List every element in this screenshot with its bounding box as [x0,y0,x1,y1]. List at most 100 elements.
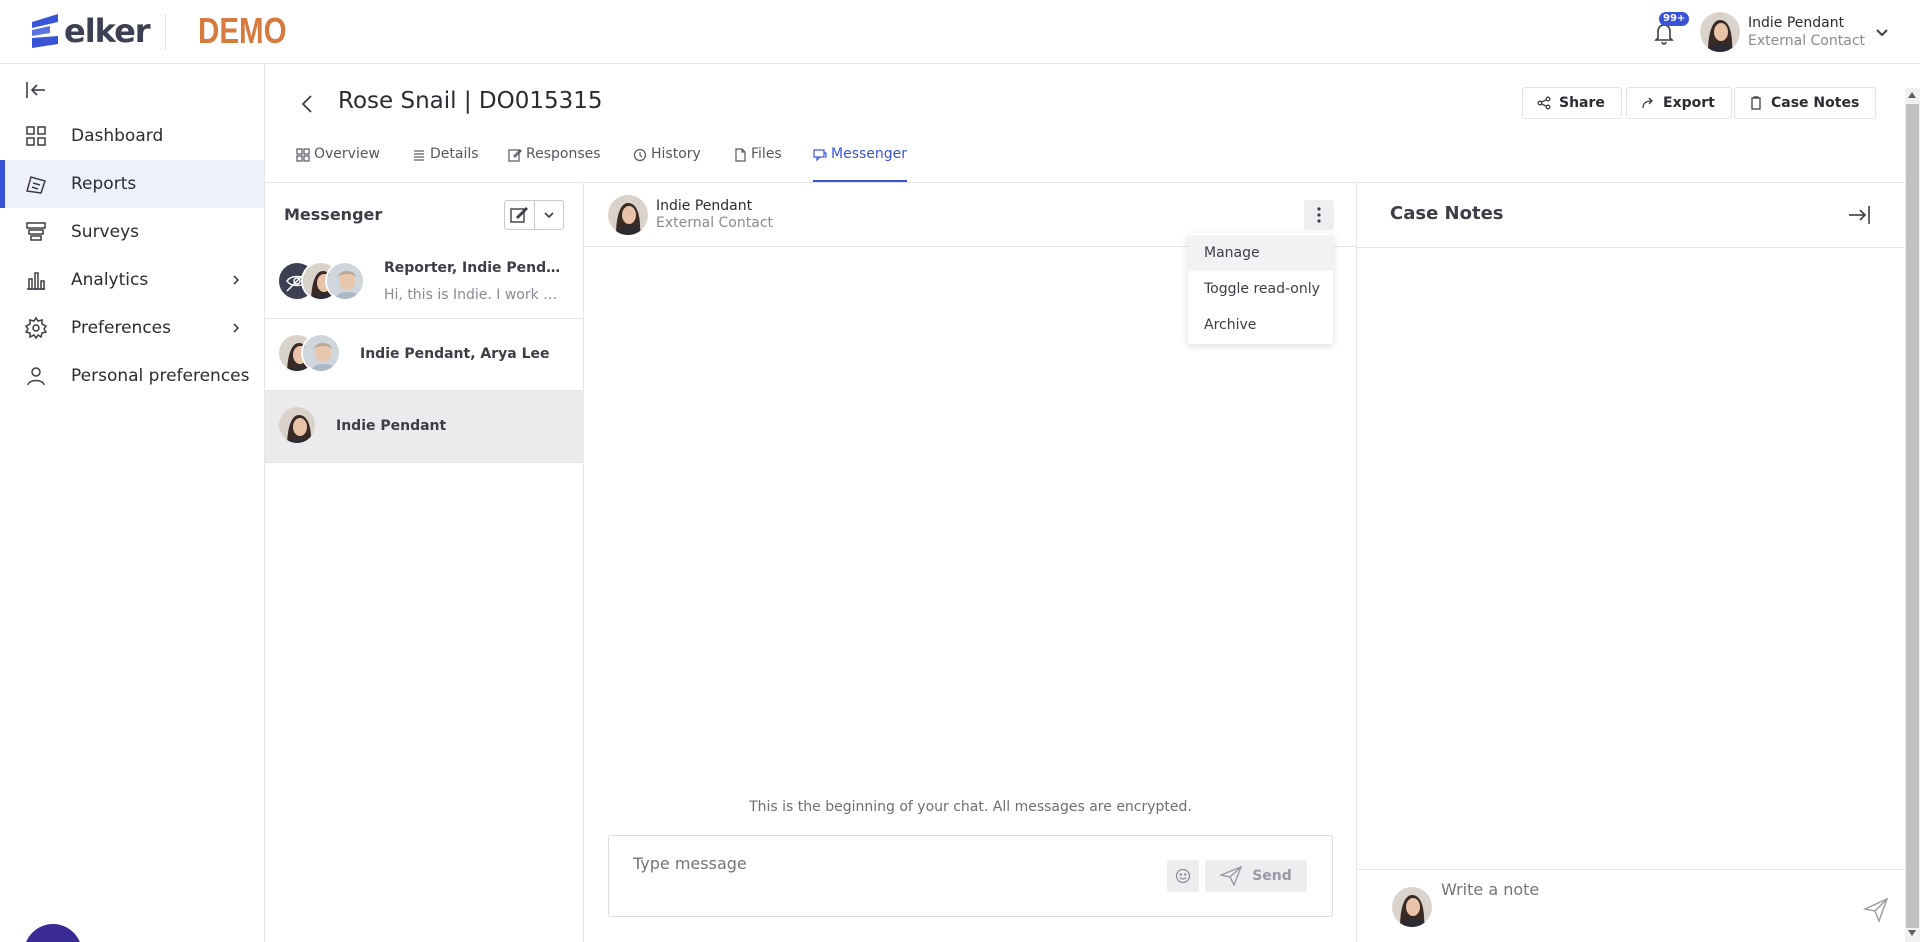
grid-icon [296,148,310,162]
history-icon [633,148,647,162]
divider [1357,247,1905,248]
surveys-icon [24,220,48,244]
conversation-item[interactable]: Indie Pendant, Arya Lee [265,319,584,391]
scroll-up-icon[interactable] [1908,92,1916,98]
tab-label: Responses [526,146,601,162]
tab-label: History [651,146,701,162]
tab-label: Files [751,146,782,162]
case-notes-title: Case Notes [1390,203,1504,224]
demo-label: DEMO [198,10,287,51]
sidebar-item-reports[interactable]: Reports [0,160,264,208]
export-icon [1642,97,1653,109]
avatar [301,333,341,373]
note-input[interactable] [1441,880,1821,899]
tab-label: Messenger [831,146,908,162]
message-composer: Send [608,835,1333,917]
analytics-icon [24,268,48,292]
chat-pane: Indie Pendant External Contact Manage To… [584,183,1357,942]
user-icon [24,364,48,388]
more-options-icon[interactable] [1304,200,1334,230]
avatar [325,261,365,301]
conversation-item[interactable]: Indie Pendant [265,391,584,463]
clipboard-icon [1751,96,1761,110]
chat-participant-name: Indie Pendant [656,198,753,214]
chat-icon [813,149,827,162]
conversation-item[interactable]: Reporter, Indie Pendant, Arya Lee Hi, th… [265,247,584,319]
avatar[interactable] [1700,12,1740,52]
notification-badge: 99+ [1659,12,1690,26]
send-button[interactable]: Send [1205,860,1307,892]
sidebar-item-label: Personal preferences [71,366,250,386]
sidebar-item-label: Reports [71,174,137,194]
elker-logo[interactable]: elker [30,12,151,50]
tab-overview[interactable]: Overview [296,140,380,182]
user-name: Indie Pendant [1748,15,1845,31]
tab-label: Overview [314,146,380,162]
chevron-down-icon[interactable] [533,201,563,229]
tab-messenger[interactable]: Messenger [813,140,908,182]
sidebar-item-label: Preferences [71,318,171,338]
page-title: Rose Snail | DO015315 [338,88,603,114]
sidebar-item-analytics[interactable]: Analytics [0,256,264,304]
share-label: Share [1559,95,1605,111]
sidebar: Dashboard Reports Surveys Analytics Pref… [0,64,265,942]
chat-options-menu: Manage Toggle read-only Archive [1188,233,1333,344]
menu-item-manage[interactable]: Manage [1188,235,1333,271]
avatar [1392,887,1432,927]
tab-details[interactable]: Details [412,140,479,182]
file-icon [735,148,746,162]
tab-responses[interactable]: Responses [508,140,601,182]
conversation-name: Indie Pendant [336,418,447,434]
sidebar-item-dashboard[interactable]: Dashboard [0,112,264,160]
back-arrow-icon[interactable] [296,92,320,116]
tab-label: Details [430,146,479,162]
scroll-down-icon[interactable] [1908,930,1916,936]
case-notes-label: Case Notes [1771,95,1860,111]
chevron-right-icon [228,320,244,336]
user-role: External Contact [1748,33,1866,49]
conversation-list: Messenger Reporter, Indie Pendant, Arya … [265,183,584,942]
share-icon [1537,96,1551,110]
close-panel-icon[interactable] [1845,201,1873,229]
export-label: Export [1663,95,1715,111]
case-notes-panel: Case Notes [1357,183,1905,942]
sidebar-item-surveys[interactable]: Surveys [0,208,264,256]
edit-icon [508,149,522,162]
menu-item-archive[interactable]: Archive [1188,307,1333,343]
chevron-right-icon [228,272,244,288]
scrollbar-thumb[interactable] [1906,104,1919,928]
compose-icon[interactable] [505,201,534,229]
list-icon [414,150,424,161]
send-label: Send [1252,868,1292,884]
avatar [608,195,648,235]
export-button[interactable]: Export [1626,87,1732,119]
sidebar-item-personal-preferences[interactable]: Personal preferences [0,352,264,400]
share-button[interactable]: Share [1522,87,1622,119]
chevron-down-icon[interactable] [1874,24,1890,40]
messenger-title: Messenger [284,205,383,224]
send-note-icon[interactable] [1862,897,1889,923]
new-message-button[interactable] [504,200,564,230]
tab-files[interactable]: Files [733,140,782,182]
elker-logo-mark [30,14,60,48]
emoji-icon[interactable] [1167,860,1199,892]
gear-icon [24,316,48,340]
sidebar-item-label: Dashboard [71,126,164,146]
tab-history[interactable]: History [633,140,701,182]
top-bar: elker DEMO 99+ Indie Pendant External Co… [0,0,1920,64]
collapse-sidebar-icon[interactable] [24,78,48,102]
reports-icon [24,172,48,196]
message-input[interactable] [633,854,1133,873]
conversation-preview: Hi, this is Indie. I work More... [384,287,566,303]
sidebar-item-label: Surveys [71,222,139,242]
menu-item-toggle-read-only[interactable]: Toggle read-only [1188,271,1333,307]
sidebar-item-preferences[interactable]: Preferences [0,304,264,352]
record-button[interactable] [24,924,82,942]
case-notes-button[interactable]: Case Notes [1734,87,1877,119]
chat-beginning-note: This is the beginning of your chat. All … [749,799,1192,815]
logo-text: elker [64,12,151,50]
avatar [277,405,317,445]
sidebar-item-label: Analytics [71,270,149,290]
logo-divider [165,14,166,50]
dashboard-icon [24,124,48,148]
